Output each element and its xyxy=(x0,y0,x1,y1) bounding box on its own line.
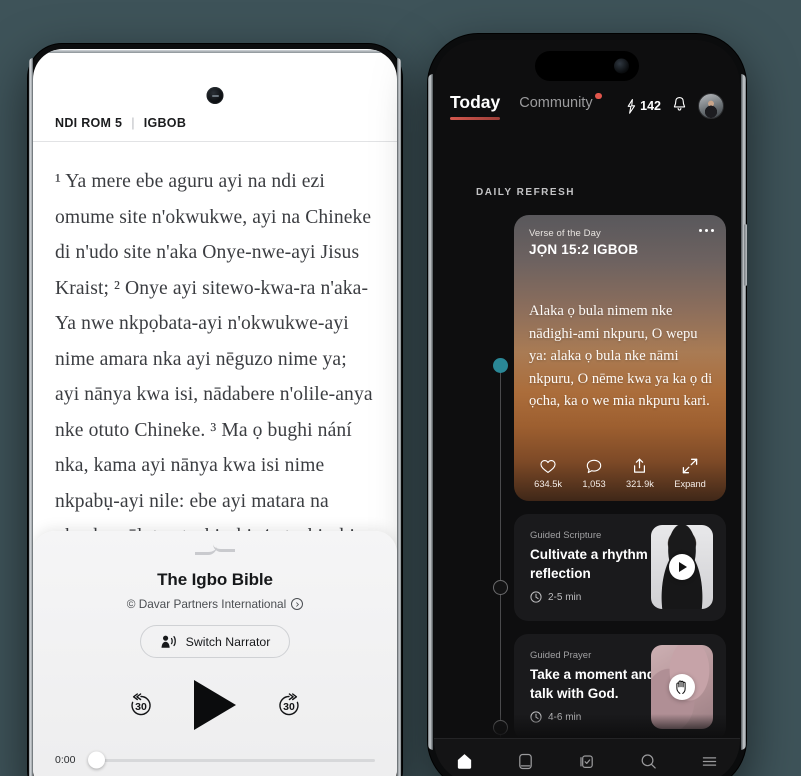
tab-menu[interactable] xyxy=(692,747,726,776)
bible-book-icon xyxy=(519,753,533,770)
forward-seconds-label: 30 xyxy=(283,701,295,713)
front-camera-icon xyxy=(206,87,224,104)
clock-icon xyxy=(530,711,542,723)
heart-icon xyxy=(534,457,562,475)
nav-right-actions: 142 xyxy=(626,93,724,119)
power-button[interactable] xyxy=(744,224,747,286)
bottom-tab-bar xyxy=(434,738,740,776)
clock-icon xyxy=(530,591,542,603)
tab-home[interactable] xyxy=(448,747,482,776)
bible-passage-text: ¹ Ya mere ebe aguru ayi na ndi ezi omume… xyxy=(55,171,373,547)
expand-label: Expand xyxy=(674,479,706,489)
person-thumbnail xyxy=(651,525,713,609)
menu-icon xyxy=(702,757,717,766)
comment-icon xyxy=(582,457,605,475)
switch-narrator-button[interactable]: Switch Narrator xyxy=(139,625,291,658)
scrubber-handle[interactable] xyxy=(88,751,105,769)
tab-bible[interactable] xyxy=(509,747,543,776)
player-copyright-row: © Davar Partners International xyxy=(33,597,397,611)
verse-of-the-day-card[interactable]: Verse of the Day JỌN 15:2 IGBOB Alaka ọ … xyxy=(514,215,726,501)
plans-checklist-icon xyxy=(580,755,594,769)
dynamic-island xyxy=(535,51,639,81)
like-action[interactable]: 634.5k xyxy=(534,457,562,489)
card-title: Take a moment and talk with God. xyxy=(530,667,656,701)
like-count: 634.5k xyxy=(534,479,563,489)
share-count: 321.9k xyxy=(626,479,654,489)
android-bezel-glint xyxy=(41,50,389,53)
rewind-30-icon[interactable]: 30 xyxy=(126,690,156,720)
play-icon[interactable] xyxy=(669,554,695,580)
tab-search[interactable] xyxy=(631,747,665,776)
tab-plans[interactable] xyxy=(570,747,604,776)
titanium-rail-left xyxy=(428,74,433,750)
player-title: The Igbo Bible xyxy=(157,570,273,589)
section-label-daily-refresh: DAILY REFRESH xyxy=(476,187,575,198)
bell-icon[interactable] xyxy=(672,96,687,117)
community-badge-dot xyxy=(595,92,602,99)
tab-today[interactable]: Today xyxy=(450,92,501,120)
player-play-button[interactable] xyxy=(194,680,236,730)
titanium-rail-right xyxy=(741,74,746,750)
card-title: Cultivate a rhythm of reflection xyxy=(530,547,665,581)
streak-count-label: 142 xyxy=(640,99,661,113)
search-icon xyxy=(641,754,656,769)
praying-hands-icon[interactable] xyxy=(669,674,695,700)
elapsed-time-label: 0:00 xyxy=(55,754,76,766)
timeline-marker[interactable] xyxy=(493,720,508,735)
timeline-marker[interactable] xyxy=(493,580,508,595)
chevron-collapse-icon[interactable] xyxy=(195,544,235,552)
comment-action[interactable]: 1,053 xyxy=(582,457,606,489)
front-camera-icon xyxy=(614,58,629,74)
switch-narrator-label: Switch Narrator xyxy=(185,634,271,649)
transport-controls: 30 30 xyxy=(33,680,397,730)
votd-reference: JỌN 15:2 IGBOB xyxy=(529,242,639,257)
votd-action-row: 634.5k 1,053 321.9k Expand xyxy=(514,457,726,489)
iphone-device: Today Community 142 DAILY REFRESH Verse … xyxy=(428,34,747,776)
audio-player-sheet[interactable]: The Igbo Bible © Davar Partners Internat… xyxy=(33,531,397,776)
top-navigation: Today Community 142 xyxy=(434,92,740,120)
info-circle-icon[interactable] xyxy=(291,598,304,610)
guided-scripture-card[interactable]: Guided Scripture Cultivate a rhythm of r… xyxy=(514,514,726,621)
chapter-reference[interactable]: NDI ROM 5 xyxy=(55,116,122,130)
playback-scrubber[interactable]: 0:00 xyxy=(33,751,397,769)
home-icon xyxy=(457,754,472,769)
share-action[interactable]: 321.9k xyxy=(626,457,654,489)
card-duration-label: 4-6 min xyxy=(548,711,582,723)
bible-version[interactable]: IGBOB xyxy=(144,116,186,130)
card-duration-label: 2-5 min xyxy=(548,591,582,603)
timeline-marker-active[interactable] xyxy=(493,358,508,373)
android-phone-device: NDI ROM 5 | IGBOB ¹ Ya mere ebe aguru ay… xyxy=(28,44,402,776)
expand-action[interactable]: Expand xyxy=(674,457,706,489)
comment-count: 1,053 xyxy=(582,479,606,489)
votd-verse-text: Alaka ọ bula nimem nke nādighi-ami nkpur… xyxy=(529,303,713,409)
tab-community-label: Community xyxy=(519,94,593,111)
votd-eyebrow: Verse of the Day xyxy=(529,228,601,239)
android-screen: NDI ROM 5 | IGBOB ¹ Ya mere ebe aguru ay… xyxy=(33,49,397,776)
play-icon xyxy=(194,680,236,730)
rewind-seconds-label: 30 xyxy=(135,701,147,713)
praying-hands-thumbnail xyxy=(651,645,713,729)
header-separator: | xyxy=(131,115,135,130)
copyright-text: © Davar Partners International xyxy=(126,597,287,611)
timeline-line xyxy=(500,364,502,746)
ellipsis-icon[interactable] xyxy=(699,229,714,233)
forward-30-icon[interactable]: 30 xyxy=(274,690,304,720)
tab-community[interactable]: Community xyxy=(519,92,602,118)
flame-bolt-icon xyxy=(627,98,636,114)
feed-timeline xyxy=(493,358,509,758)
guided-prayer-card[interactable]: Guided Prayer Take a moment and talk wit… xyxy=(514,634,726,741)
expand-icon xyxy=(674,457,706,475)
iphone-screen: Today Community 142 DAILY REFRESH Verse … xyxy=(434,40,740,776)
narrator-voice-icon xyxy=(161,635,176,648)
daily-refresh-feed: Verse of the Day JỌN 15:2 IGBOB Alaka ọ … xyxy=(514,215,726,741)
streak-counter[interactable]: 142 xyxy=(626,98,661,114)
scrubber-track[interactable] xyxy=(88,751,375,769)
share-icon xyxy=(626,457,654,475)
avatar[interactable] xyxy=(698,93,724,119)
